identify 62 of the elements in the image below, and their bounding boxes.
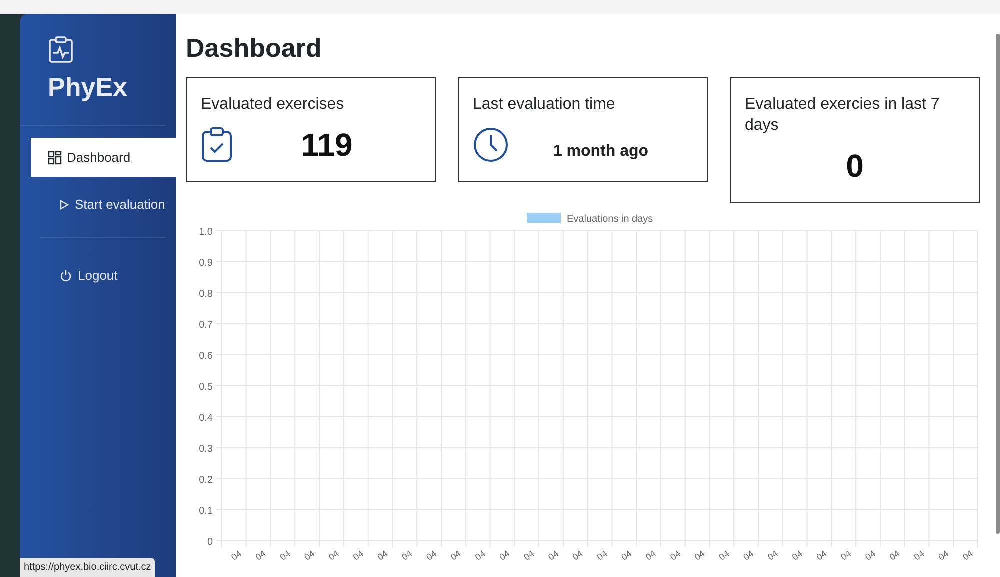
stat-value: 0 bbox=[845, 147, 865, 186]
y-axis-label: 0.5 bbox=[199, 382, 213, 393]
y-axis-label: 0.2 bbox=[199, 475, 213, 486]
x-axis-label: 04 bbox=[620, 548, 634, 562]
x-axis-label: 04 bbox=[351, 548, 366, 562]
play-icon bbox=[60, 200, 69, 210]
x-axis-label: 04 bbox=[254, 548, 268, 562]
x-axis-label: 04 bbox=[522, 548, 536, 562]
x-axis-label: 04 bbox=[570, 548, 585, 562]
card-title: Last evaluation time bbox=[473, 95, 616, 115]
x-axis-label: 04 bbox=[742, 548, 756, 562]
x-axis-label: 04 bbox=[668, 548, 682, 562]
x-axis-label: 04 bbox=[546, 548, 560, 562]
x-axis-label: 04 bbox=[888, 548, 902, 562]
status-url-tooltip: https://phyex.bio.ciirc.cvut.cz bbox=[20, 558, 156, 577]
y-axis-label: 0.6 bbox=[199, 351, 213, 362]
y-axis-label: 0 bbox=[207, 537, 213, 548]
x-axis-label: 04 bbox=[644, 548, 658, 562]
x-axis-label: 04 bbox=[448, 548, 463, 562]
card-title: Evaluated exercises bbox=[201, 95, 346, 115]
power-icon bbox=[60, 270, 72, 282]
x-axis-label: 04 bbox=[692, 548, 707, 562]
nav-item[interactable]: Logout bbox=[31, 248, 176, 304]
grid-icon bbox=[48, 150, 62, 164]
card-title: Evaluated exercies in last 7 days bbox=[745, 95, 941, 136]
x-axis-label: 04 bbox=[302, 548, 317, 562]
clipboard-pulse-icon bbox=[48, 36, 74, 64]
x-axis-label: 04 bbox=[327, 548, 341, 562]
nav-item[interactable]: Dashboard bbox=[31, 138, 176, 177]
x-axis-label: 04 bbox=[473, 548, 488, 562]
y-axis-label: 0.7 bbox=[199, 320, 213, 331]
legend-label: Evaluations in days bbox=[567, 214, 654, 225]
y-axis-label: 0.9 bbox=[199, 258, 213, 269]
x-axis-label: 04 bbox=[400, 548, 414, 562]
x-axis-label: 04 bbox=[864, 548, 878, 562]
nav-item[interactable]: Start evaluation bbox=[31, 177, 176, 233]
page-title: Dashboard bbox=[186, 32, 322, 64]
brand-name: PhyEx bbox=[48, 71, 128, 104]
y-axis-label: 1.0 bbox=[199, 227, 213, 238]
x-axis-label: 04 bbox=[814, 548, 829, 562]
y-axis-label: 0.8 bbox=[199, 289, 213, 300]
clock-icon bbox=[473, 127, 509, 163]
y-axis-label: 0.4 bbox=[199, 413, 213, 424]
x-axis-label: 04 bbox=[424, 548, 439, 562]
x-axis-label: 04 bbox=[717, 548, 732, 562]
y-axis-label: 0.1 bbox=[199, 506, 213, 517]
x-axis-label: 04 bbox=[498, 548, 512, 562]
clipboard-check-icon bbox=[201, 127, 233, 163]
x-axis-label: 04 bbox=[936, 548, 951, 562]
x-axis-label: 04 bbox=[839, 548, 854, 562]
x-axis-label: 04 bbox=[595, 548, 610, 562]
x-axis-label: 04 bbox=[912, 548, 926, 562]
x-axis-label: 04 bbox=[790, 548, 804, 562]
y-axis-label: 0.3 bbox=[199, 444, 213, 455]
x-axis-label: 04 bbox=[230, 548, 244, 562]
x-axis-label: 04 bbox=[278, 548, 292, 562]
stat-value: 1 month ago bbox=[552, 142, 650, 162]
stat-value: 119 bbox=[300, 126, 354, 165]
x-axis-label: 04 bbox=[376, 548, 390, 562]
x-axis-label: 04 bbox=[961, 548, 976, 562]
chart-legend: Evaluations in days bbox=[527, 213, 654, 225]
x-axis-label: 04 bbox=[766, 548, 780, 562]
